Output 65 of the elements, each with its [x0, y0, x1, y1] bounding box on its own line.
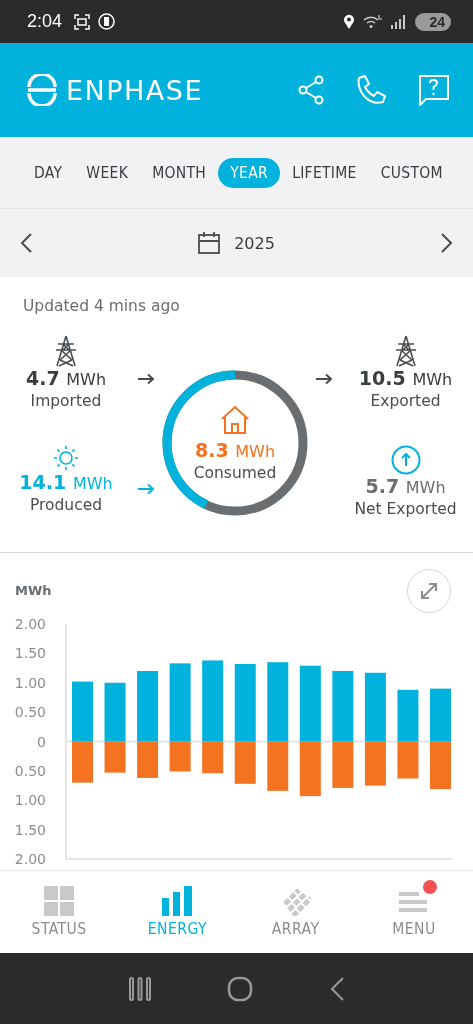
energy-value: 10.5 MWh	[358, 367, 453, 391]
period-tab[interactable]: MONTH	[140, 157, 219, 188]
signal-icon	[391, 14, 408, 29]
arrow-icon	[315, 373, 333, 385]
recents-icon	[127, 975, 152, 1002]
logo-icon	[26, 74, 58, 106]
up-arrow-circle-icon	[390, 445, 421, 475]
calendar-icon	[198, 232, 221, 254]
period-tab[interactable]: DAY	[22, 157, 75, 188]
battery-level: 24	[415, 12, 451, 31]
location-icon	[343, 13, 356, 30]
updated-text: Updated 4 mins ago	[23, 297, 181, 315]
date-label: 2025	[234, 233, 275, 253]
axis-tick-label: 0.50	[14, 704, 46, 721]
energy-label: Exported	[370, 391, 441, 411]
previous-button[interactable]	[20, 233, 32, 253]
arrow-icon	[137, 373, 155, 385]
arrow-icon	[137, 483, 155, 495]
house-icon	[220, 405, 250, 435]
brand-name: ENPHASE	[66, 74, 203, 106]
energy-value: 14.1 MWh	[19, 471, 113, 495]
pylon-icon	[53, 335, 79, 367]
next-button[interactable]	[441, 233, 453, 253]
recents-button[interactable]	[127, 975, 152, 1002]
axis-tick-label: 2.00	[14, 619, 46, 632]
home-icon	[227, 975, 254, 1002]
chevron-left-icon	[20, 233, 32, 253]
bar	[397, 741, 419, 779]
sun-icon	[53, 445, 79, 471]
axis-tick-label: 1.00	[14, 674, 46, 691]
back-icon	[329, 975, 346, 1002]
bar	[430, 688, 451, 742]
energy-value: 8.3 MWh	[194, 439, 275, 463]
status-time: 2:04	[27, 11, 63, 32]
screenshot-icon	[74, 13, 91, 30]
energy-label: Produced	[29, 495, 103, 515]
bar	[299, 741, 321, 797]
axis-tick-label: 0.50	[14, 762, 46, 779]
expand-icon	[419, 581, 439, 601]
home-button[interactable]	[227, 975, 254, 1002]
axis-tick-label: 1.50	[14, 645, 46, 662]
phone-icon	[356, 75, 386, 105]
axis-tick-label: 2.00	[14, 851, 46, 864]
back-button[interactable]	[329, 975, 346, 1002]
energy-label: Imported	[30, 391, 102, 411]
axis-tick-label: 1.00	[14, 792, 46, 809]
energy-label: Net Exported	[354, 499, 457, 519]
axis-title: MWh	[15, 583, 52, 598]
axis-tick-label: 0	[37, 733, 46, 750]
energy-label: Consumed	[193, 463, 277, 483]
bar-chart-icon	[162, 886, 193, 916]
wifi-icon	[363, 13, 384, 30]
axis-tick-label: 1.50	[14, 821, 46, 838]
bar	[397, 689, 419, 742]
share-icon	[298, 75, 324, 105]
energy-value: 5.7 MWh	[365, 475, 446, 499]
bar	[430, 741, 451, 790]
period-tab[interactable]: LIFETIME	[280, 157, 369, 188]
chevron-right-icon	[441, 233, 453, 253]
energy-value: 4.7 MWh	[25, 367, 107, 391]
period-tab[interactable]: CUSTOM	[368, 157, 455, 188]
period-tab[interactable]: WEEK	[74, 157, 141, 188]
expand-button[interactable]	[407, 569, 451, 613]
help-icon	[418, 74, 449, 106]
grid-icon	[44, 886, 75, 916]
